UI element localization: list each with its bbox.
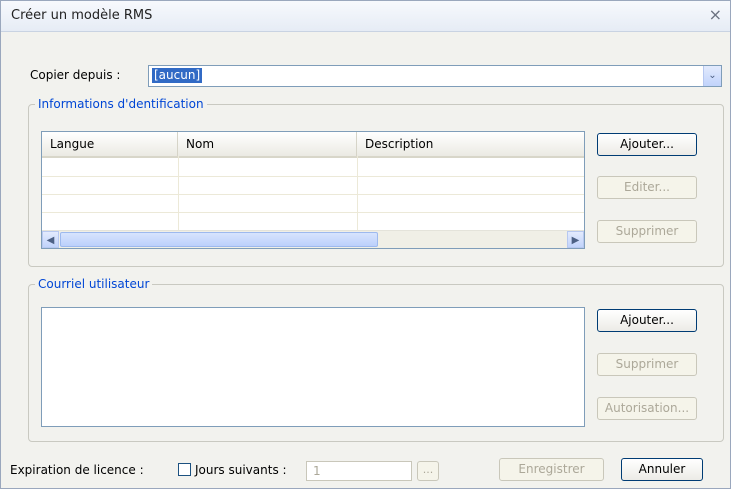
- window-title: Créer un modèle RMS: [11, 8, 153, 23]
- horizontal-scrollbar[interactable]: ◀ ▶: [42, 230, 584, 248]
- user-email-legend: Courriel utilisateur: [38, 277, 150, 291]
- column-divider: [357, 156, 358, 230]
- identification-edit-button[interactable]: Editer...: [597, 176, 697, 199]
- days-input[interactable]: 1: [306, 461, 412, 481]
- authorization-button[interactable]: Autorisation...: [597, 397, 697, 420]
- chevron-down-icon[interactable]: ⌄: [703, 66, 721, 86]
- column-header-langue[interactable]: Langue: [42, 132, 178, 156]
- table-row[interactable]: [42, 194, 584, 213]
- close-icon[interactable]: ×: [709, 5, 722, 24]
- user-email-list[interactable]: [41, 307, 585, 427]
- table-row[interactable]: [42, 212, 584, 231]
- column-header-description[interactable]: Description: [357, 132, 584, 156]
- scrollbar-thumb[interactable]: [60, 232, 378, 247]
- column-divider: [178, 156, 179, 230]
- license-expiration-label: Expiration de licence :: [10, 463, 144, 477]
- save-button[interactable]: Enregistrer: [499, 458, 604, 481]
- identification-legend: Informations d'dentification: [38, 97, 204, 111]
- copy-from-dropdown[interactable]: [aucun] ⌄: [148, 65, 722, 87]
- scroll-right-icon[interactable]: ▶: [567, 231, 584, 248]
- browse-button[interactable]: ...: [417, 461, 439, 481]
- user-email-add-button[interactable]: Ajouter...: [597, 309, 697, 332]
- scroll-left-icon[interactable]: ◀: [42, 231, 59, 248]
- user-email-delete-button[interactable]: Supprimer: [597, 353, 697, 376]
- column-header-nom[interactable]: Nom: [178, 132, 357, 156]
- title-bar: Créer un modèle RMS ×: [1, 1, 730, 32]
- copy-from-value: [aucun]: [152, 68, 203, 83]
- create-rms-template-dialog: Créer un modèle RMS × Copier depuis : [a…: [0, 0, 731, 489]
- cancel-button[interactable]: Annuler: [621, 458, 703, 481]
- table-row[interactable]: [42, 176, 584, 195]
- table-header: Langue Nom Description: [42, 132, 584, 158]
- identification-add-button[interactable]: Ajouter...: [597, 133, 697, 156]
- table-row[interactable]: [42, 158, 584, 177]
- copy-from-label: Copier depuis :: [30, 68, 121, 82]
- identification-delete-button[interactable]: Supprimer: [597, 220, 697, 243]
- identification-table[interactable]: Langue Nom Description ◀ ▶: [41, 131, 585, 249]
- days-checkbox[interactable]: [178, 463, 191, 476]
- days-checkbox-label[interactable]: Jours suivants :: [195, 463, 287, 477]
